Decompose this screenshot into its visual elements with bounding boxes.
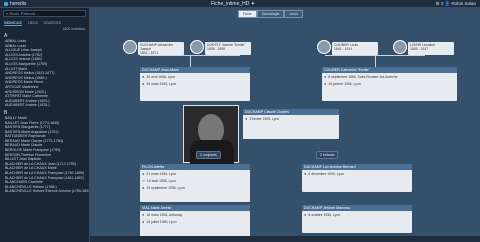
death-icon: ● <box>142 81 145 86</box>
unions-button[interactable]: 2 conjoints <box>196 151 221 159</box>
window-title: Fiche_intime_HD ✦ <box>211 1 255 7</box>
logo-icon <box>4 1 8 6</box>
list-item[interactable]: AUDUBERT Andrée (1925-) <box>5 103 89 108</box>
search-input[interactable]: ⌕ Rech. Prénom… <box>3 10 86 17</box>
marriage-icon: ∞ <box>142 178 145 183</box>
birth-event: 3 février 1905, Lyon <box>249 116 280 121</box>
birth-event: 8 septembre 1886, Saint-Romber-Sa-Ardèch… <box>328 74 398 79</box>
card-spouse-1[interactable]: PILON Arletta ● 21 mars 1934, Lyon ∞ 15 ao… <box>140 164 250 202</box>
person-dates: 1835 - 1895 <box>207 47 226 51</box>
connector <box>190 55 191 67</box>
event-icon: ● <box>142 185 145 190</box>
tab-liens[interactable]: Liens <box>284 10 303 18</box>
avatar[interactable] <box>123 40 137 54</box>
birth-icon: ● <box>142 212 145 217</box>
card-grandmother-maternal[interactable]: LOISIR Léontine 1845 - 1917 <box>408 42 454 55</box>
card-grandfather-paternal[interactable]: DUCHAMP Alexandre Joseph 1801 - 1871 <box>138 42 184 55</box>
birth-event: 6 octobre 1936, Lyon <box>308 212 341 217</box>
list-item[interactable]: BLANCHEVILLE Honore Etienne Antoine (175… <box>5 189 89 194</box>
birth-icon: ● <box>304 171 307 176</box>
person-dates: 1801 - 1871 <box>140 51 159 55</box>
individual-count: 1601 individus <box>62 27 85 31</box>
filter-individus[interactable]: INDIVIDUS <box>4 21 22 26</box>
birth-event: 21 mars 1934, Lyon <box>146 171 177 176</box>
person-dates: 1841 - 1914 <box>334 47 353 51</box>
birth-icon: ● <box>142 74 145 79</box>
user-area[interactable]: ⚙ 2 👤 Robin Solan <box>436 1 476 7</box>
main-view: Fiche Généalogie Liens DUCHAMP Alexandre… <box>90 8 480 242</box>
app-name: heredis <box>10 0 27 7</box>
status-bar <box>90 236 480 242</box>
card-child-1[interactable]: DUCHAMP Luc Antoine Bernard ● 6 décembre … <box>302 164 412 192</box>
death-icon: ● <box>324 81 327 86</box>
birth-icon: ● <box>324 74 327 79</box>
marriage-event: 15 août 1955, Lyon <box>146 178 176 183</box>
card-grandfather-maternal[interactable]: COLIBER Louis 1841 - 1914 <box>332 42 378 55</box>
birth-event: 16 mars 1906, Annonay <box>146 212 183 217</box>
death-icon: ● <box>142 219 145 224</box>
card-spouse-2[interactable]: VIAL Marie Amélie ● 16 mars 1906, Annonay… <box>140 205 250 237</box>
birth-event: 26 avril 1868, Lyon <box>146 74 175 79</box>
avatar[interactable] <box>317 40 331 54</box>
card-main-person[interactable]: DUCHAMP Claude Charles ● 3 février 1905, … <box>243 109 339 139</box>
search-placeholder: Rech. Prénom… <box>9 11 39 16</box>
person-name: DUCHAMP Luc Antoine Bernard <box>304 165 356 169</box>
children-button[interactable]: 2 enfants <box>316 151 339 159</box>
card-father[interactable]: DUCHAMP Jean-Marie ● 26 avril 1868, Lyon … <box>140 67 250 101</box>
filter-tabs: INDIVIDUS LIEUX SOURCES <box>4 21 85 26</box>
filter-lieux[interactable]: LIEUX <box>28 21 38 26</box>
person-name: DUCHAMP Jean-Marie <box>142 68 180 72</box>
person-name: COLIBER Catherine "Emilie" <box>324 68 370 72</box>
person-name: VIAL Marie Amélie <box>142 206 172 210</box>
filter-sources[interactable]: SOURCES <box>44 21 61 26</box>
death-event: 16 janvier 1966, Lyon <box>328 81 361 86</box>
person-name: DUCHAMP Claude Charles <box>245 110 289 114</box>
top-bar: heredis Fiche_intime_HD ✦ ⚙ 2 👤 Robin So… <box>0 0 480 8</box>
app-logo[interactable]: heredis <box>4 1 26 7</box>
birth-icon: ● <box>142 171 145 176</box>
avatar[interactable] <box>190 40 204 54</box>
birth-icon: ● <box>304 212 307 217</box>
connector <box>375 55 376 67</box>
sidebar: ⌕ Rech. Prénom… INDIVIDUS LIEUX SOURCES … <box>0 8 90 242</box>
card-child-2[interactable]: DUCHAMP Jérôme Marceau ● 6 octobre 1936, … <box>302 205 412 233</box>
birth-icon: ● <box>245 116 248 121</box>
person-name: DUCHAMP Jérôme Marceau <box>304 206 351 210</box>
death-event: 26 mars 1940, Lyon <box>146 81 177 86</box>
birth-event: 6 décembre 1933, Lyon <box>308 171 344 176</box>
tab-fiche[interactable]: Fiche <box>238 10 257 18</box>
death-event: 16 juillet 1960, Lyon <box>146 219 177 224</box>
tab-genealogie[interactable]: Généalogie <box>256 10 285 18</box>
list-item[interactable]: BLACHIER de LA CHAUX Françoise (1767-185… <box>5 171 89 176</box>
card-grandmother-paternal[interactable]: DORTET Jeanne "Emilie" 1835 - 1895 <box>205 42 251 55</box>
person-name: PILON Arletta <box>142 165 164 169</box>
avatar[interactable] <box>393 40 407 54</box>
other-event: 19 septembre 1955, Lyon <box>146 185 185 190</box>
person-dates: 1845 - 1917 <box>410 47 429 51</box>
card-mother[interactable]: COLIBER Catherine "Emilie" ● 8 septembre … <box>322 67 457 101</box>
view-tabs: Fiche Généalogie Liens <box>238 10 303 18</box>
person-name: DUCHAMP Alexandre Joseph <box>140 43 174 51</box>
user-info[interactable]: ⚙ 2 👤 Robin Solan <box>436 1 476 7</box>
